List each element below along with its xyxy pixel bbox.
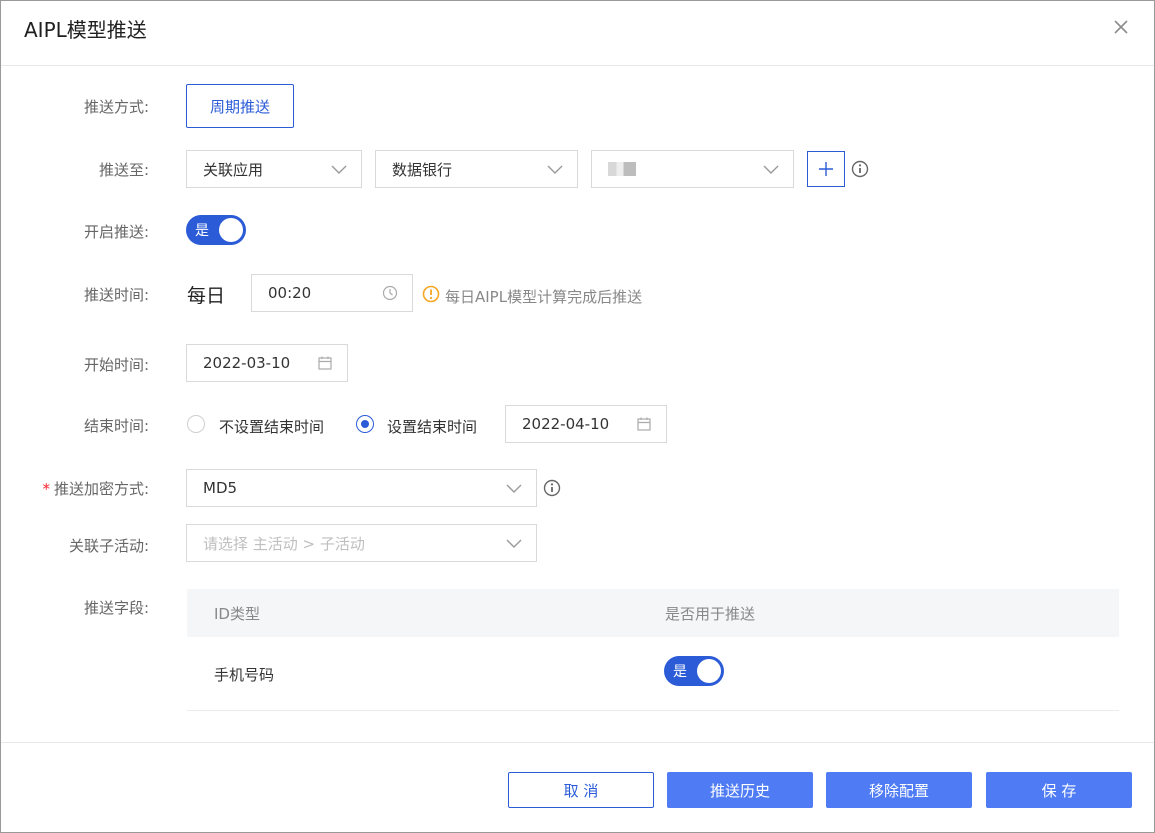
- push-target-select-2[interactable]: 数据银行: [375, 150, 578, 188]
- switch-knob: [697, 659, 721, 683]
- push-time-label: 推送时间:: [83, 286, 149, 304]
- fields-table-header: ID类型 是否用于推送: [187, 589, 1119, 637]
- calendar-icon: [318, 356, 332, 370]
- push-history-button[interactable]: 推送历史: [667, 772, 813, 808]
- enable-push-switch[interactable]: 是: [186, 215, 246, 245]
- encryption-select[interactable]: MD5: [186, 469, 537, 507]
- switch-text: 是: [195, 223, 209, 239]
- end-time-label: 结束时间:: [83, 417, 149, 435]
- start-time-label: 开始时间:: [83, 356, 149, 374]
- push-time-value: 00:20: [268, 284, 312, 302]
- sub-activity-select[interactable]: 请选择 主活动 > 子活动: [186, 524, 537, 562]
- chevron-down-icon: [763, 165, 779, 174]
- push-time-hint: 每日AIPL模型计算完成后推送: [445, 288, 643, 306]
- push-frequency: 每日: [187, 285, 226, 307]
- no-end-time-radio[interactable]: [187, 415, 205, 433]
- clock-icon: [382, 285, 398, 301]
- close-icon[interactable]: [1111, 17, 1131, 37]
- calendar-icon: [637, 417, 651, 431]
- use-for-push-switch[interactable]: 是: [664, 656, 724, 686]
- dialog-header: AIPL模型推送: [1, 1, 1154, 66]
- no-end-time-label[interactable]: 不设置结束时间: [219, 416, 324, 437]
- chevron-down-icon: [331, 165, 347, 174]
- info-icon[interactable]: [543, 479, 561, 497]
- save-button[interactable]: 保 存: [986, 772, 1132, 808]
- encryption-value: MD5: [203, 479, 238, 497]
- cancel-button[interactable]: 取 消: [508, 772, 654, 808]
- chevron-down-icon: [506, 484, 522, 493]
- blurred-value-icon: [608, 162, 636, 176]
- set-end-time-radio[interactable]: [356, 415, 374, 433]
- set-end-time-label[interactable]: 设置结束时间: [387, 416, 477, 437]
- push-target-value-2: 数据银行: [392, 160, 453, 179]
- start-date-input[interactable]: 2022-03-10: [186, 344, 348, 382]
- switch-text: 是: [673, 664, 687, 680]
- end-date-input[interactable]: 2022-04-10: [505, 405, 667, 443]
- switch-knob: [219, 218, 243, 242]
- required-mark: *: [42, 480, 50, 498]
- column-header-id-type: ID类型: [214, 605, 260, 623]
- dialog-footer: 取 消 推送历史 移除配置 保 存: [1, 742, 1154, 833]
- fields-label: 推送字段:: [83, 599, 149, 617]
- encryption-label: * 推送加密方式:: [1, 478, 149, 499]
- id-type-cell: 手机号码: [214, 666, 275, 684]
- chevron-down-icon: [547, 165, 563, 174]
- push-target-select-1[interactable]: 关联应用: [186, 150, 362, 188]
- warning-info-icon: [422, 285, 440, 303]
- push-time-input[interactable]: 00:20: [251, 274, 413, 312]
- chevron-down-icon: [506, 539, 522, 548]
- push-target-value-1: 关联应用: [203, 160, 264, 179]
- sub-activity-label: 关联子活动:: [68, 537, 149, 555]
- periodic-push-button[interactable]: 周期推送: [186, 84, 294, 128]
- encryption-label-text: 推送加密方式:: [53, 480, 149, 498]
- push-to-label: 推送至:: [98, 161, 149, 179]
- enable-push-label: 开启推送:: [83, 223, 149, 241]
- plus-icon: [819, 162, 833, 176]
- column-header-push: 是否用于推送: [665, 605, 756, 623]
- start-date-value: 2022-03-10: [203, 354, 291, 372]
- periodic-push-label: 周期推送: [209, 97, 270, 116]
- add-target-button[interactable]: [807, 151, 845, 187]
- sub-activity-placeholder: 请选择 主活动 > 子活动: [203, 534, 365, 553]
- info-icon[interactable]: [851, 160, 869, 178]
- push-mode-label: 推送方式:: [83, 98, 149, 116]
- dialog-title: AIPL模型推送: [24, 18, 147, 42]
- remove-config-button[interactable]: 移除配置: [826, 772, 972, 808]
- push-dialog: AIPL模型推送 推送方式: 周期推送 推送至: 关联应用 数据银行 开启推送:…: [0, 0, 1155, 833]
- end-date-value: 2022-04-10: [522, 415, 610, 433]
- push-target-select-3[interactable]: [591, 150, 794, 188]
- table-row: 手机号码 是: [187, 637, 1119, 711]
